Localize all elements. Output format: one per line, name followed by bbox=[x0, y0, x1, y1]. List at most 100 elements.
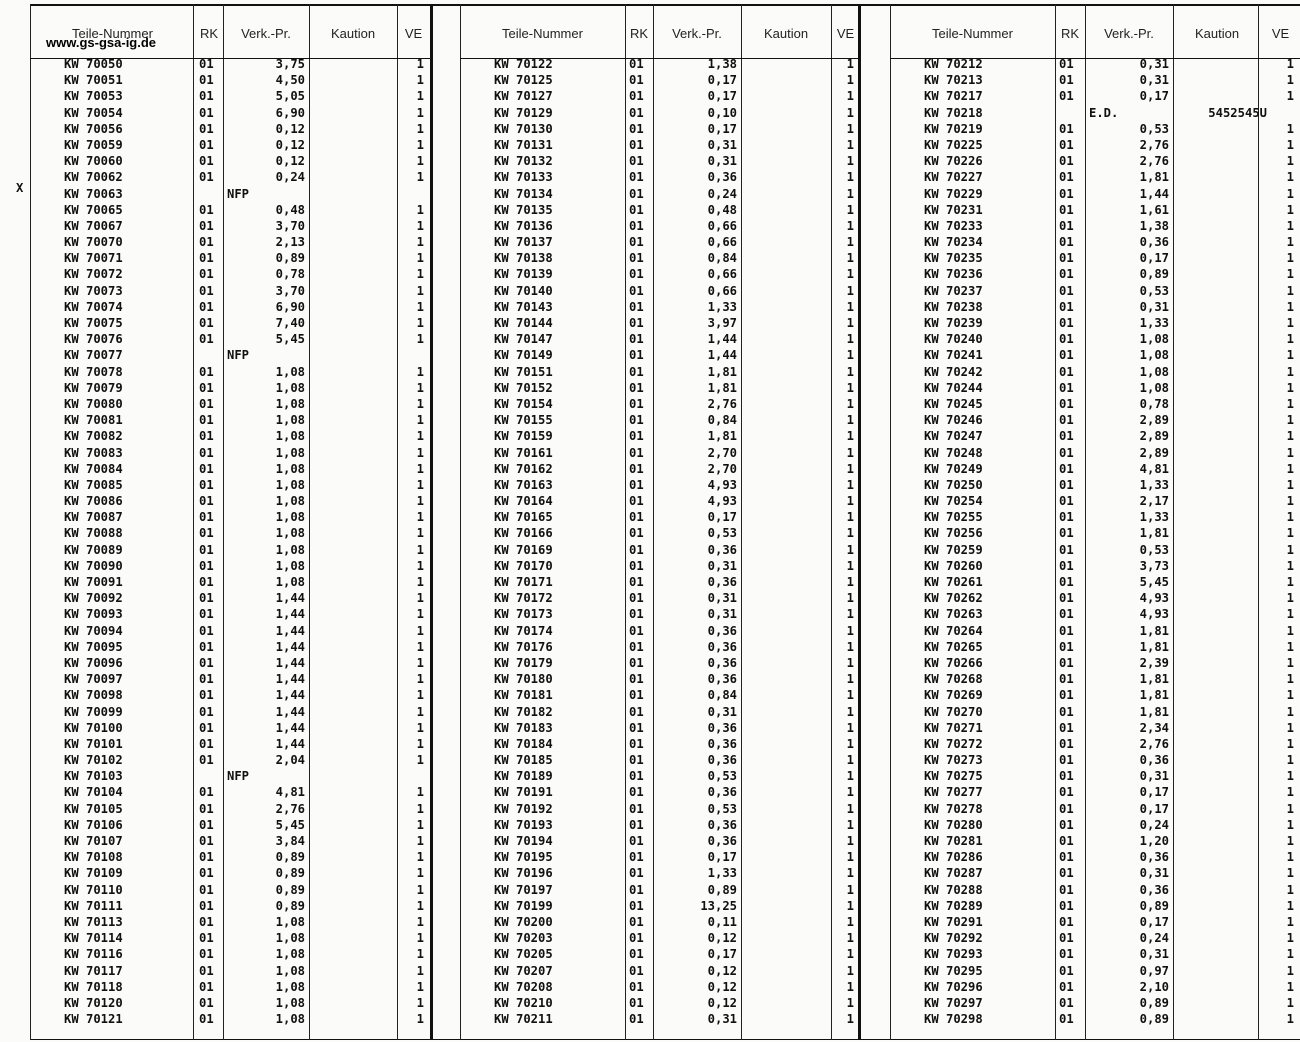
part-number: KW 70105 bbox=[64, 801, 123, 816]
rk-code: 01 bbox=[1059, 283, 1074, 298]
part-number: KW 70247 bbox=[924, 429, 983, 444]
sale-price: 4,50 bbox=[275, 73, 305, 88]
table-row: KW 70096 01 1,44 1 bbox=[30, 655, 430, 671]
part-number: KW 70099 bbox=[64, 704, 123, 719]
packing-unit: 1 bbox=[1286, 267, 1294, 282]
sale-price: 0,78 bbox=[275, 267, 305, 282]
packing-unit: 1 bbox=[1286, 348, 1294, 363]
packing-unit: 1 bbox=[416, 494, 424, 509]
rk-code: 01 bbox=[629, 947, 644, 962]
packing-unit: 1 bbox=[1286, 931, 1294, 946]
part-number: KW 70164 bbox=[494, 494, 553, 509]
packing-unit: 1 bbox=[416, 558, 424, 573]
sale-price: 0,31 bbox=[1139, 866, 1169, 881]
sale-price: 1,38 bbox=[1139, 218, 1169, 233]
part-number: KW 70218 bbox=[924, 105, 983, 120]
sale-price: 0,31 bbox=[1139, 73, 1169, 88]
part-number: KW 70050 bbox=[64, 57, 123, 71]
table-row: KW 70208 01 0,12 1 bbox=[460, 979, 860, 995]
part-number: KW 70121 bbox=[64, 1012, 123, 1027]
table-row: KW 70147 01 1,44 1 bbox=[460, 331, 860, 347]
packing-unit: 1 bbox=[1286, 202, 1294, 217]
rk-code: 01 bbox=[199, 121, 214, 136]
part-number: KW 70170 bbox=[494, 558, 553, 573]
table-row: KW 70245 01 0,78 1 bbox=[890, 396, 1300, 412]
rk-code: 01 bbox=[199, 461, 214, 476]
sale-price: 1,08 bbox=[1139, 348, 1169, 363]
rk-code: 01 bbox=[1059, 299, 1074, 314]
part-number: KW 70192 bbox=[494, 801, 553, 816]
sale-price: 4,93 bbox=[1139, 607, 1169, 622]
rk-code: 01 bbox=[629, 769, 644, 784]
packing-unit: 1 bbox=[416, 154, 424, 169]
sale-price: 2,13 bbox=[275, 235, 305, 250]
part-number: KW 70245 bbox=[924, 396, 983, 411]
packing-unit: 1 bbox=[1286, 947, 1294, 962]
part-number: KW 70265 bbox=[924, 639, 983, 654]
table-row: KW 70122 01 1,38 1 bbox=[460, 56, 860, 72]
part-number: KW 70081 bbox=[64, 413, 123, 428]
table-row: KW 70211 01 0,31 1 bbox=[460, 1011, 860, 1027]
rk-code: 01 bbox=[199, 267, 214, 282]
part-number: KW 70162 bbox=[494, 461, 553, 476]
table-row: KW 70165 01 0,17 1 bbox=[460, 509, 860, 525]
table-row: KW 70105 01 2,76 1 bbox=[30, 801, 430, 817]
table-row: KW 70088 01 1,08 1 bbox=[30, 525, 430, 541]
table-row: KW 70060 01 0,12 1 bbox=[30, 153, 430, 169]
sale-price: 0,17 bbox=[1139, 251, 1169, 266]
sale-price: 0,36 bbox=[707, 672, 737, 687]
sale-price: 0,36 bbox=[707, 834, 737, 848]
table-row: KW 70266 01 2,39 1 bbox=[890, 655, 1300, 671]
sale-price: 0,24 bbox=[1139, 817, 1169, 832]
sale-price: 13,25 bbox=[700, 898, 737, 913]
part-number: KW 70261 bbox=[924, 575, 983, 589]
rk-code: 01 bbox=[629, 898, 644, 913]
table-row: KW 70289 01 0,89 1 bbox=[890, 898, 1300, 914]
packing-unit: 1 bbox=[416, 396, 424, 411]
part-number: KW 70169 bbox=[494, 542, 553, 557]
rk-code: 01 bbox=[199, 526, 214, 541]
rk-code: 01 bbox=[1059, 914, 1074, 929]
sale-price: 2,70 bbox=[707, 445, 737, 460]
table-row: KW 70093 01 1,44 1 bbox=[30, 606, 430, 622]
rk-code: 01 bbox=[1059, 623, 1074, 638]
rk-code: 01 bbox=[629, 655, 644, 670]
packing-unit: 1 bbox=[846, 575, 854, 589]
sale-price: 1,08 bbox=[275, 413, 305, 428]
part-number: KW 70266 bbox=[924, 655, 983, 670]
rk-code: 01 bbox=[629, 283, 644, 298]
packing-unit: 1 bbox=[1286, 801, 1294, 816]
part-number: KW 70098 bbox=[64, 688, 123, 703]
table-row: KW 70062 01 0,24 1 bbox=[30, 169, 430, 185]
part-number: KW 70070 bbox=[64, 235, 123, 250]
sale-price: 0,31 bbox=[1139, 769, 1169, 784]
rk-code: 01 bbox=[199, 639, 214, 654]
packing-unit: 1 bbox=[1286, 866, 1294, 881]
sale-price: 1,44 bbox=[275, 591, 305, 606]
part-number: KW 70155 bbox=[494, 413, 553, 428]
packing-unit: 1 bbox=[416, 251, 424, 266]
packing-unit: 1 bbox=[416, 299, 424, 314]
sale-price: 0,53 bbox=[707, 526, 737, 541]
rk-code: 01 bbox=[1059, 154, 1074, 169]
packing-unit: 1 bbox=[416, 963, 424, 978]
part-number: KW 70298 bbox=[924, 1012, 983, 1027]
part-number: KW 70088 bbox=[64, 526, 123, 541]
rk-code: 01 bbox=[1059, 186, 1074, 201]
part-number: KW 70166 bbox=[494, 526, 553, 541]
packing-unit: 1 bbox=[1286, 332, 1294, 347]
part-number: KW 70240 bbox=[924, 332, 983, 347]
rk-code: 01 bbox=[199, 931, 214, 946]
header-ve: VE bbox=[1271, 26, 1290, 41]
part-number: KW 70181 bbox=[494, 688, 553, 703]
rk-code: 01 bbox=[1059, 736, 1074, 751]
part-number: KW 70122 bbox=[494, 57, 553, 71]
table-row: KW 70235 01 0,17 1 bbox=[890, 250, 1300, 266]
packing-unit: 1 bbox=[846, 316, 854, 330]
packing-unit: 1 bbox=[416, 834, 424, 848]
packing-unit: 1 bbox=[846, 688, 854, 703]
rk-code: 01 bbox=[199, 57, 214, 71]
table-row: KW 70263 01 4,93 1 bbox=[890, 606, 1300, 622]
sale-price: 0,12 bbox=[275, 121, 305, 136]
part-number: KW 70277 bbox=[924, 785, 983, 800]
